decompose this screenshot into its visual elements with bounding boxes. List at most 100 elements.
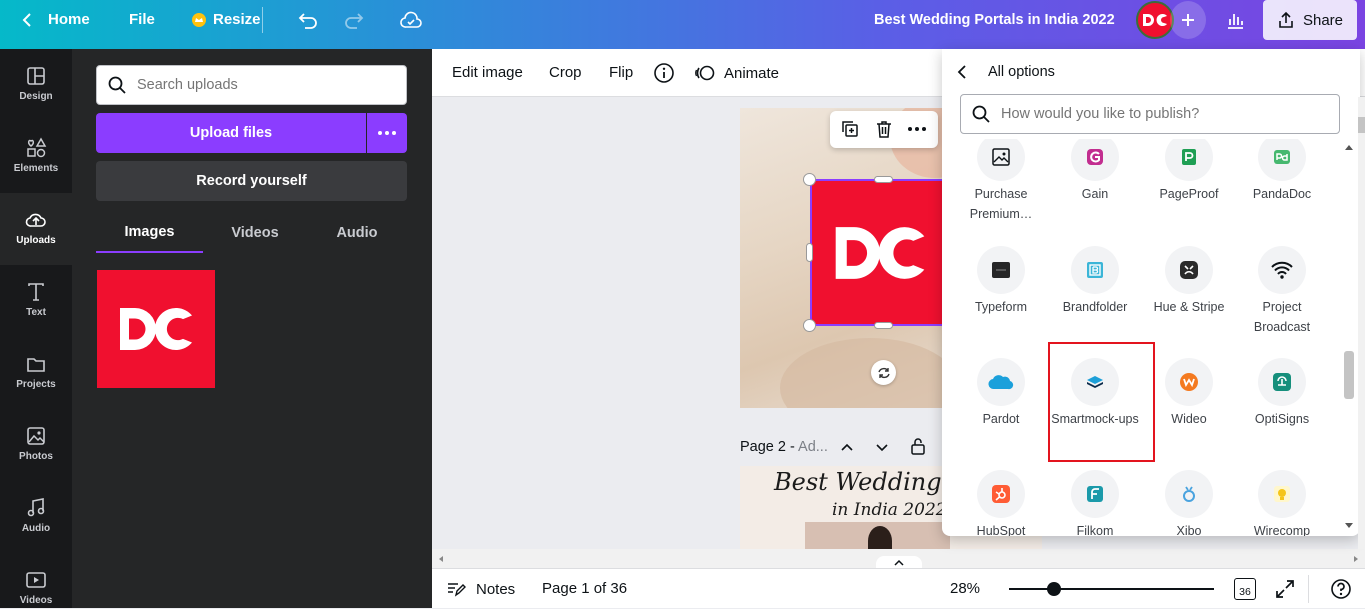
resize-handle[interactable]	[803, 173, 816, 186]
publish-search-field[interactable]	[960, 94, 1340, 134]
rail-item-uploads[interactable]: Uploads	[0, 193, 72, 265]
option-hubspot[interactable]: HubSpot	[954, 470, 1048, 536]
grid-view-button[interactable]: 36	[1234, 578, 1256, 600]
resize-handle[interactable]	[874, 176, 893, 183]
redo-icon	[345, 13, 364, 29]
canvas-vertical-scrollbar[interactable]	[1358, 97, 1365, 549]
undo-button[interactable]	[297, 0, 319, 40]
notes-icon	[448, 583, 466, 597]
rail-item-audio[interactable]: Audio	[0, 481, 72, 553]
option-hue-stripe[interactable]: Hue & Stripe	[1142, 246, 1236, 317]
canvas-scrollbar-thumb[interactable]	[1358, 117, 1365, 133]
rotate-icon	[877, 367, 890, 378]
chevron-up-icon[interactable]	[839, 439, 855, 455]
rail-item-projects[interactable]: Projects	[0, 337, 72, 409]
tab-images[interactable]: Images	[96, 213, 203, 253]
resize-button[interactable]: Resize	[191, 0, 261, 40]
uploaded-image-thumbnail[interactable]	[97, 270, 215, 388]
resize-label: Resize	[213, 11, 261, 28]
record-yourself-button[interactable]: Record yourself	[96, 161, 407, 201]
fullscreen-icon[interactable]	[1274, 578, 1296, 600]
option-pageproof[interactable]: PageProof	[1142, 139, 1236, 204]
search-uploads-field[interactable]	[96, 65, 407, 105]
option-pardot[interactable]: Pardot	[954, 358, 1048, 429]
search-icon	[108, 76, 126, 94]
option-filkom[interactable]: Filkom	[1048, 470, 1142, 536]
animate-button[interactable]: Animate	[694, 49, 779, 97]
notes-label: Notes	[476, 580, 516, 598]
cloud-check-icon	[400, 11, 422, 28]
redo-button[interactable]	[343, 0, 365, 40]
zoom-slider[interactable]	[1009, 582, 1214, 596]
resize-handle[interactable]	[803, 319, 816, 332]
scroll-down-icon[interactable]	[1344, 522, 1354, 530]
rotate-handle[interactable]	[871, 360, 896, 385]
save-status-button[interactable]	[399, 0, 423, 40]
option-pandadoc[interactable]: PandaDoc	[1235, 139, 1329, 204]
scroll-right-icon[interactable]	[1351, 554, 1361, 564]
file-menu-button[interactable]: File	[129, 0, 155, 40]
highlight-box	[1048, 342, 1155, 462]
edit-image-button[interactable]: Edit image	[452, 49, 523, 97]
side-rail: Design Elements Uploads Text Projects Ph…	[0, 49, 72, 608]
zoom-level[interactable]: 28%	[950, 569, 980, 609]
home-button[interactable]: Home	[20, 0, 90, 40]
option-label: Gain	[1081, 187, 1109, 201]
rail-item-design[interactable]: Design	[0, 49, 72, 121]
zoom-slider-thumb[interactable]	[1047, 582, 1062, 596]
avatar[interactable]	[1136, 1, 1174, 39]
publish-search-input[interactable]	[1001, 106, 1321, 122]
option-purchase-premium[interactable]: Purchase Premium…	[954, 139, 1048, 224]
option-wirecomp[interactable]: Wirecomp	[1235, 470, 1329, 536]
crop-button[interactable]: Crop	[549, 49, 582, 97]
option-label: Wideo	[1171, 412, 1207, 426]
insights-button[interactable]	[1216, 1, 1254, 39]
option-brandfolder[interactable]: Brandfolder	[1048, 246, 1142, 317]
trash-icon[interactable]	[874, 119, 894, 139]
rail-item-photos[interactable]: Photos	[0, 409, 72, 481]
notes-button[interactable]: Notes	[446, 569, 515, 609]
back-to-all-options-button[interactable]: All options	[956, 59, 1055, 85]
upload-files-button[interactable]: Upload files	[96, 113, 366, 153]
rail-label: Text	[26, 307, 46, 318]
rail-item-videos[interactable]: Videos	[0, 553, 72, 608]
search-uploads-input[interactable]	[137, 77, 387, 93]
tab-videos[interactable]: Videos	[203, 213, 307, 253]
option-typeform[interactable]: Typeform	[954, 246, 1048, 317]
chevron-down-icon[interactable]	[874, 439, 890, 455]
resize-handle[interactable]	[806, 243, 813, 262]
lock-icon[interactable]	[909, 437, 927, 455]
duplicate-icon[interactable]	[840, 119, 860, 139]
shapes-icon	[27, 137, 47, 158]
typeform-icon	[977, 246, 1025, 294]
option-optisigns[interactable]: OptiSigns	[1235, 358, 1329, 429]
page-2-title-input[interactable]: Ad...	[798, 439, 828, 455]
all-options-label: All options	[988, 64, 1055, 80]
video-icon	[26, 572, 46, 588]
share-button[interactable]: Share	[1263, 0, 1357, 40]
image-icon	[977, 139, 1025, 181]
tab-audio[interactable]: Audio	[307, 213, 407, 253]
option-xibo[interactable]: Xibo	[1142, 470, 1236, 536]
info-icon[interactable]	[653, 62, 675, 84]
resize-handle[interactable]	[874, 322, 893, 329]
file-label: File	[129, 11, 155, 28]
more-horizontal-icon[interactable]	[907, 126, 927, 132]
upload-more-options-button[interactable]	[367, 113, 407, 153]
menu-scrollbar-thumb[interactable]	[1344, 351, 1354, 399]
document-title[interactable]: Best Wedding Portals in India 2022	[874, 0, 1115, 40]
scroll-left-icon[interactable]	[436, 554, 446, 564]
help-icon[interactable]	[1330, 578, 1352, 600]
scroll-up-icon[interactable]	[1344, 143, 1354, 151]
add-collaborator-button[interactable]	[1170, 1, 1206, 39]
option-project-broadcast[interactable]: Project Broadcast	[1235, 246, 1329, 337]
menu-scrollbar[interactable]	[1342, 139, 1356, 536]
flip-button[interactable]: Flip	[609, 49, 633, 97]
rail-item-elements[interactable]: Elements	[0, 121, 72, 193]
option-gain[interactable]: Gain	[1048, 139, 1142, 204]
page-indicator[interactable]: Page 1 of 36	[542, 569, 627, 609]
selected-logo-element[interactable]	[810, 179, 950, 326]
rail-item-text[interactable]: Text	[0, 265, 72, 337]
option-wideo[interactable]: Wideo	[1142, 358, 1236, 429]
page-2-photo-figure	[868, 526, 892, 549]
